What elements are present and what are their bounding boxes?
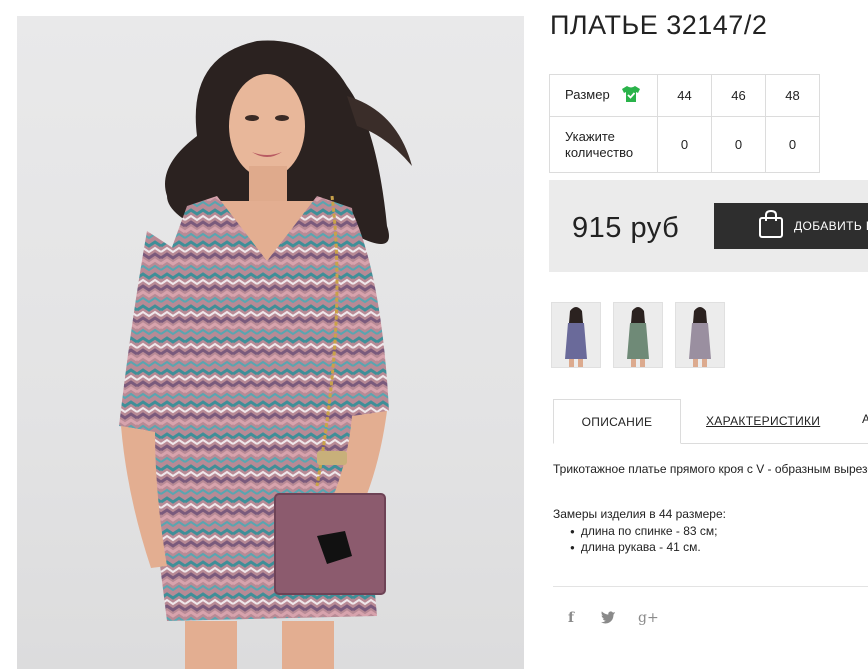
price-panel: 915 руб ДОБАВИТЬ В КОРЗИНУ — [549, 180, 868, 272]
measures-list: длина по спинке - 83 см; длина рукава - … — [570, 523, 718, 555]
thumbnail-3-image — [689, 307, 711, 367]
tab-description[interactable]: ОПИСАНИЕ — [553, 399, 681, 444]
measures-title: Замеры изделия в 44 размере: — [553, 507, 726, 521]
add-to-cart-button[interactable]: ДОБАВИТЬ В КОРЗИНУ — [714, 203, 868, 249]
quantity-label-line2: количество — [565, 144, 634, 160]
tab-characteristics[interactable]: ХАРАКТЕРИСТИКИ — [706, 414, 820, 428]
tab-more[interactable]: А — [862, 412, 868, 426]
quantity-label-cell: Укажите количество — [549, 116, 658, 173]
quantity-label-line1: Укажите — [565, 128, 615, 144]
quantity-input-46[interactable]: 0 — [711, 116, 766, 173]
size-label-cell: Размер — [549, 74, 658, 117]
twitter-icon[interactable] — [600, 610, 616, 627]
facebook-icon[interactable]: f — [568, 610, 574, 626]
quantity-input-48[interactable]: 0 — [765, 116, 820, 173]
thumbnail-3[interactable] — [675, 302, 725, 368]
googleplus-icon[interactable]: g+ — [638, 610, 659, 626]
add-to-cart-label: ДОБАВИТЬ В КОРЗИНУ — [794, 219, 868, 233]
size-option-48[interactable]: 48 — [765, 74, 820, 117]
measure-item: длина рукава - 41 см. — [570, 539, 718, 555]
thumbnail-2[interactable] — [613, 302, 663, 368]
quantity-input-44[interactable]: 0 — [657, 116, 712, 173]
measure-item: длина по спинке - 83 см; — [570, 523, 718, 539]
tshirt-check-icon[interactable] — [621, 85, 641, 106]
main-product-photo[interactable] — [17, 16, 524, 669]
shopping-bag-icon — [758, 209, 784, 244]
product-description: Трикотажное платье прямого кроя с V - об… — [553, 462, 868, 476]
content-divider — [553, 586, 868, 587]
dress-model-image — [119, 40, 412, 669]
product-price: 915 руб — [572, 212, 680, 244]
product-title: ПЛАТЬЕ 32147/2 — [550, 10, 768, 40]
size-option-44[interactable]: 44 — [657, 74, 712, 117]
size-label: Размер — [565, 86, 610, 102]
size-option-46[interactable]: 46 — [711, 74, 766, 117]
size-quantity-table: Размер 44 46 48 Укажите количество 0 0 0 — [549, 74, 820, 173]
thumbnail-2-image — [627, 307, 649, 367]
thumbnail-1-image — [565, 307, 587, 367]
thumbnail-1[interactable] — [551, 302, 601, 368]
